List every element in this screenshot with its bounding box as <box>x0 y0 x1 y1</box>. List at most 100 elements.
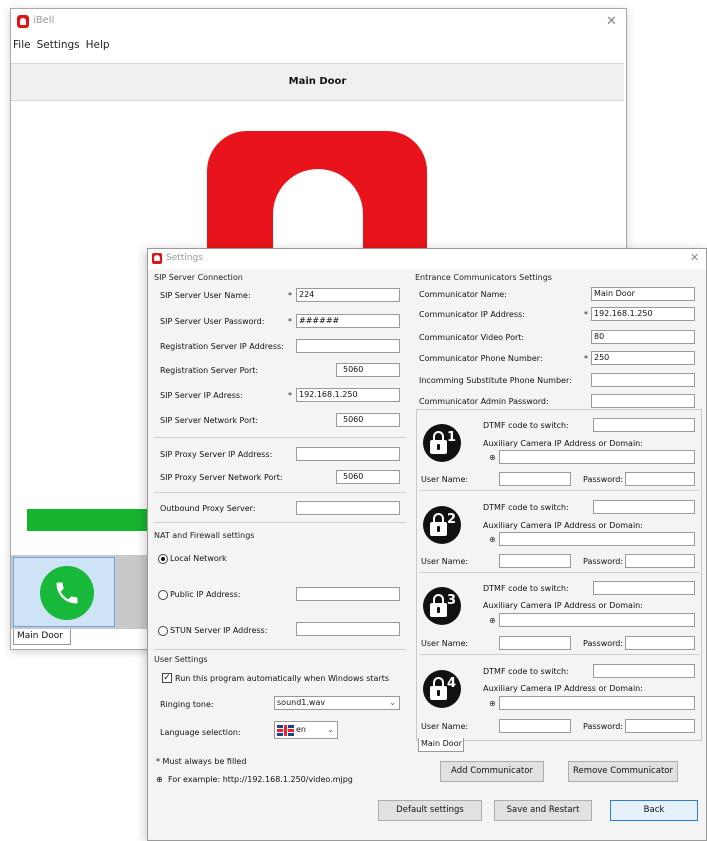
dtmf-label: DTMF code to switch: <box>483 503 569 512</box>
dtmf-label: DTMF code to switch: <box>483 421 569 430</box>
aux-camera-input[interactable] <box>499 613 695 627</box>
globe-icon: ⊕ <box>489 453 496 462</box>
comm-ip-label: Communicator IP Address: <box>419 310 525 319</box>
entrance-section-header: Entrance Communicators Settings <box>415 273 552 282</box>
stun-server-input[interactable] <box>296 622 400 636</box>
stun-server-radio[interactable] <box>158 626 168 636</box>
aux-camera-input[interactable] <box>499 696 695 710</box>
default-settings-button[interactable]: Default settings <box>378 800 482 821</box>
uk-flag-icon <box>277 725 294 736</box>
user-name-input[interactable] <box>499 636 571 650</box>
divider <box>419 490 699 491</box>
divider <box>419 572 699 573</box>
comm-phone-input[interactable]: 250 <box>591 351 695 365</box>
required-mark: * <box>584 354 588 363</box>
divider <box>154 522 406 523</box>
lock-icon: 2 <box>423 506 461 544</box>
user-name-label: User Name: <box>421 475 469 484</box>
user-name-label: User Name: <box>421 639 469 648</box>
add-communicator-button[interactable]: Add Communicator <box>440 761 544 782</box>
proxy-ip-input[interactable] <box>296 447 400 461</box>
aux-camera-label: Auxiliary Camera IP Address or Domain: <box>483 521 643 530</box>
menu-file[interactable]: File <box>13 39 31 55</box>
ringing-tone-value: sound1.wav <box>277 698 326 707</box>
user-name-label: User Name: <box>421 722 469 731</box>
password-label: Password: <box>583 722 624 731</box>
password-input[interactable] <box>625 719 695 733</box>
dtmf-input[interactable] <box>593 418 695 432</box>
tab-main-door[interactable]: Main Door <box>13 629 71 645</box>
reg-server-ip-label: Registration Server IP Address: <box>160 342 284 351</box>
comm-name-input[interactable]: Main Door <box>591 287 695 301</box>
sip-password-input[interactable]: ###### <box>296 314 400 328</box>
proxy-port-label: SIP Proxy Server Network Port: <box>160 473 283 482</box>
user-name-input[interactable] <box>499 554 571 568</box>
globe-icon: ⊕ <box>489 535 496 544</box>
comm-ip-input[interactable]: 192.168.1.250 <box>591 307 695 321</box>
sip-user-name-label: SIP Server User Name: <box>160 291 251 300</box>
close-icon[interactable]: ✕ <box>690 252 699 263</box>
local-network-radio[interactable] <box>158 554 168 564</box>
communicator-panel: 1 DTMF code to switch: Auxiliary Camera … <box>416 409 702 741</box>
dtmf-input[interactable] <box>593 664 695 678</box>
public-ip-radio[interactable] <box>158 590 168 600</box>
comm-name-label: Communicator Name: <box>419 290 507 299</box>
call-strip <box>11 555 151 629</box>
admin-password-input[interactable] <box>591 394 695 408</box>
dtmf-input[interactable] <box>593 500 695 514</box>
divider <box>154 437 406 438</box>
user-section-header: User Settings <box>154 655 208 664</box>
user-name-input[interactable] <box>499 719 571 733</box>
sip-net-port-input[interactable]: 5060 <box>336 413 400 427</box>
remove-communicator-button[interactable]: Remove Communicator <box>568 761 678 782</box>
nat-section-header: NAT and Firewall settings <box>154 531 255 540</box>
password-input[interactable] <box>625 472 695 486</box>
menu-help[interactable]: Help <box>86 39 110 55</box>
autorun-checkbox[interactable]: ✓ <box>162 673 172 683</box>
dtmf-input[interactable] <box>593 581 695 595</box>
password-input[interactable] <box>625 554 695 568</box>
required-mark: * <box>288 317 292 326</box>
ringing-tone-select[interactable]: sound1.wav ⌄ <box>274 696 400 710</box>
substitute-phone-input[interactable] <box>591 373 695 387</box>
comm-video-port-label: Communicator Video Port: <box>419 333 525 342</box>
tab-main-door[interactable]: Main Door <box>418 738 464 752</box>
user-name-input[interactable] <box>499 472 571 486</box>
divider <box>154 649 406 650</box>
reg-server-port-input[interactable]: 5060 <box>336 363 400 377</box>
lock-icon: 4 <box>423 670 461 708</box>
example-note: For example: http://192.168.1.250/video.… <box>168 775 353 784</box>
call-tile[interactable] <box>13 557 115 627</box>
call-button[interactable] <box>40 566 94 620</box>
language-select[interactable]: en ⌄ <box>274 721 338 739</box>
public-ip-input[interactable] <box>296 587 400 601</box>
dtmf-label: DTMF code to switch: <box>483 584 569 593</box>
aux-camera-label: Auxiliary Camera IP Address or Domain: <box>483 684 643 693</box>
globe-icon: ⊕ <box>489 699 496 708</box>
settings-dialog: Settings ✕ SIP Server Connection SIP Ser… <box>147 248 707 841</box>
dtmf-label: DTMF code to switch: <box>483 667 569 676</box>
switch-number: 1 <box>447 430 457 445</box>
save-restart-button[interactable]: Save and Restart <box>494 800 592 821</box>
sip-ip-input[interactable]: 192.168.1.250 <box>296 388 400 402</box>
back-button[interactable]: Back <box>610 800 698 821</box>
lock-icon: 1 <box>423 424 461 462</box>
door-title: Main Door <box>11 63 624 101</box>
aux-camera-input[interactable] <box>499 450 695 464</box>
password-label: Password: <box>583 639 624 648</box>
switch-number: 3 <box>447 593 457 608</box>
reg-server-ip-input[interactable] <box>296 339 400 353</box>
outbound-proxy-input[interactable] <box>296 501 400 515</box>
password-label: Password: <box>583 475 624 484</box>
password-input[interactable] <box>625 636 695 650</box>
reg-server-port-label: Registration Server Port: <box>160 366 259 375</box>
proxy-port-input[interactable]: 5060 <box>336 470 400 484</box>
bell-logo-icon <box>17 15 29 28</box>
close-icon[interactable]: ✕ <box>606 15 617 28</box>
sip-user-name-input[interactable]: 224 <box>296 288 400 302</box>
menu-settings[interactable]: Settings <box>37 39 80 55</box>
sip-section-header: SIP Server Connection <box>154 273 243 282</box>
autorun-label: Run this program automatically when Wind… <box>175 674 389 683</box>
comm-video-port-input[interactable]: 80 <box>591 330 695 344</box>
aux-camera-input[interactable] <box>499 532 695 546</box>
